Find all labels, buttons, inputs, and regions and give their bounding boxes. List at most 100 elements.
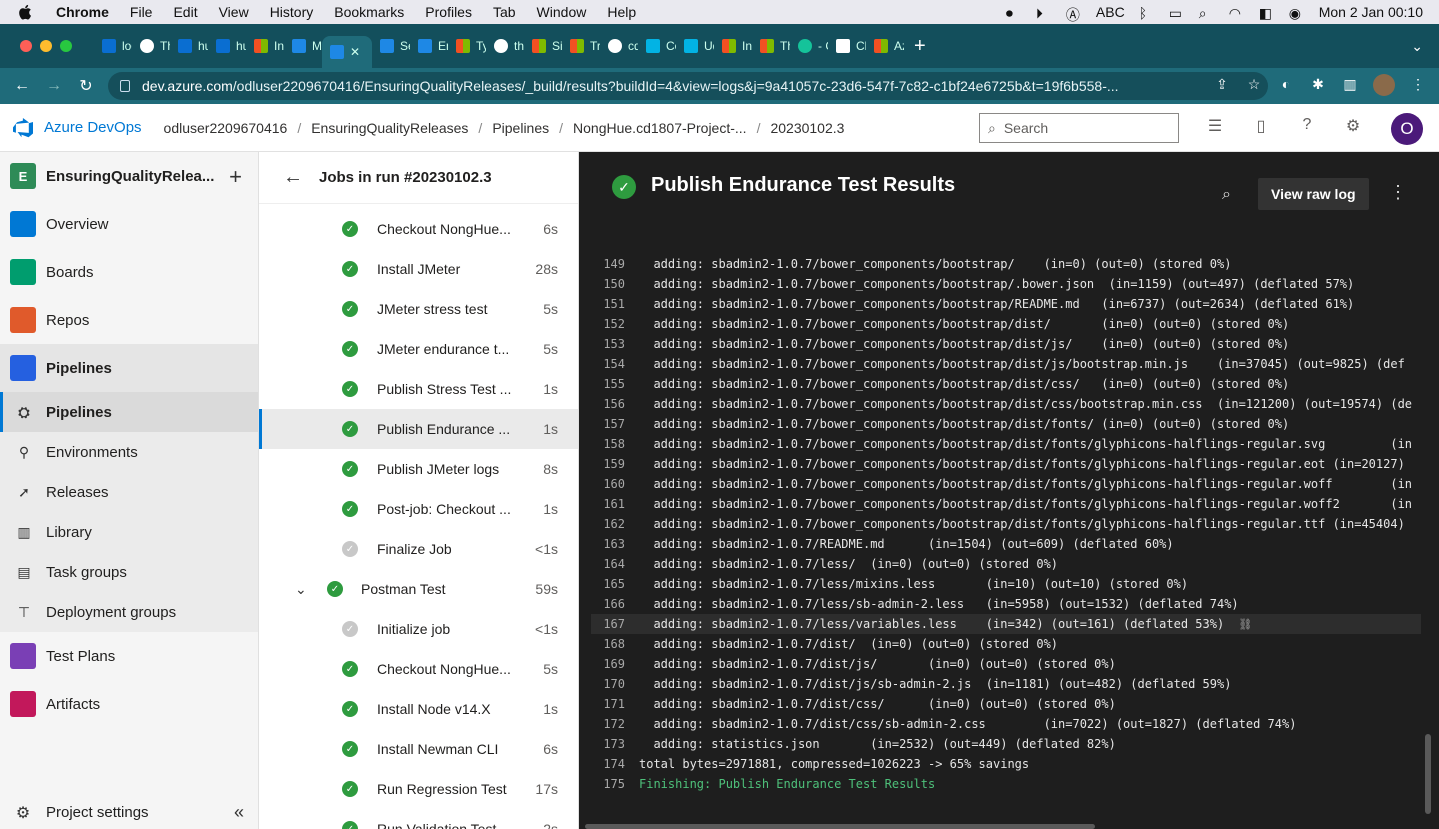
- log-line-number[interactable]: 170: [591, 677, 639, 691]
- bookmark-star-icon[interactable]: ☆: [1245, 76, 1263, 94]
- nav-item-artifacts[interactable]: Artifacts: [0, 680, 258, 728]
- job-step-row[interactable]: ✓ Publish JMeter logs 8s: [259, 449, 578, 489]
- browser-tab[interactable]: - G: [790, 30, 828, 62]
- menu-bookmarks[interactable]: Bookmarks: [334, 4, 404, 20]
- log-line-number[interactable]: 166: [591, 597, 639, 611]
- menu-window[interactable]: Window: [537, 4, 587, 20]
- nav-subitem-deployment-groups[interactable]: ⊤ Deployment groups: [0, 592, 258, 632]
- forward-arrow-icon[interactable]: →: [44, 76, 64, 96]
- address-bar[interactable]: dev.azure.com/odluser2209670416/Ensuring…: [108, 72, 1268, 100]
- log-line-number[interactable]: 162: [591, 517, 639, 531]
- nav-item-test-plans[interactable]: Test Plans: [0, 632, 258, 680]
- log-line-number[interactable]: 174: [591, 757, 639, 771]
- menu-edit[interactable]: Edit: [173, 4, 197, 20]
- search-input[interactable]: ⌕ Search: [979, 113, 1179, 143]
- siri-icon[interactable]: ◉: [1289, 5, 1305, 21]
- browser-tab[interactable]: cd1: [600, 30, 638, 62]
- menu-chrome[interactable]: Chrome: [56, 4, 109, 20]
- log-line-number[interactable]: 155: [591, 377, 639, 391]
- add-plus-icon[interactable]: +: [229, 164, 242, 190]
- browser-tab[interactable]: hue: [170, 30, 208, 62]
- job-step-row[interactable]: ✓ Install Newman CLI 6s: [259, 729, 578, 769]
- menu-profiles[interactable]: Profiles: [425, 4, 472, 20]
- view-raw-log-button[interactable]: View raw log: [1258, 178, 1369, 210]
- breadcrumb-pipeline[interactable]: NongHue.cd1807-Project-...: [573, 120, 747, 136]
- extension-icon[interactable]: ◐: [1277, 76, 1295, 94]
- play-icon[interactable]: ⏵: [1036, 5, 1052, 21]
- tab-search-chevron-icon[interactable]: ⌄: [1411, 38, 1423, 55]
- browser-tab[interactable]: Sig: [524, 30, 562, 62]
- nav-subitem-environments[interactable]: ⚲ Environments: [0, 432, 258, 472]
- breadcrumb-pipelines[interactable]: Pipelines: [492, 120, 549, 136]
- job-step-row[interactable]: ✓ Initialize job <1s: [259, 609, 578, 649]
- menu-history[interactable]: History: [270, 4, 314, 20]
- vertical-scrollbar[interactable]: [1425, 734, 1431, 814]
- apple-logo-icon[interactable]: [18, 4, 32, 20]
- browser-tab[interactable]: Cor: [638, 30, 676, 62]
- browser-tab[interactable]: Azu: [866, 30, 904, 62]
- nav-subitem-releases[interactable]: ➚ Releases: [0, 472, 258, 512]
- nav-subitem-library[interactable]: ▥ Library: [0, 512, 258, 552]
- menu-help[interactable]: Help: [607, 4, 636, 20]
- job-step-row[interactable]: ✓ Publish Stress Test ... 1s: [259, 369, 578, 409]
- minimize-window-button[interactable]: [40, 40, 52, 52]
- back-arrow-icon[interactable]: ←: [283, 166, 303, 189]
- collapse-nav-icon[interactable]: «: [234, 802, 244, 823]
- browser-tab[interactable]: Inst: [246, 30, 284, 62]
- breadcrumb-project[interactable]: EnsuringQualityReleases: [311, 120, 468, 136]
- project-settings-link[interactable]: ⚙ Project settings «: [0, 795, 258, 829]
- breadcrumb-organization[interactable]: odluser2209670416: [164, 120, 288, 136]
- job-step-row[interactable]: ✓ Run Validation Test 2s: [259, 809, 578, 829]
- job-step-row[interactable]: ✓ Install JMeter 28s: [259, 249, 578, 289]
- nav-subitem-pipelines[interactable]: ⛭ Pipelines: [0, 392, 258, 432]
- job-step-row[interactable]: ✓ JMeter endurance t... 5s: [259, 329, 578, 369]
- browser-tab[interactable]: Env: [410, 30, 448, 62]
- help-icon[interactable]: ?: [1297, 116, 1317, 136]
- wifi-icon[interactable]: ◠: [1229, 5, 1245, 21]
- browser-tab[interactable]: Tro: [562, 30, 600, 62]
- battery-icon[interactable]: ▭: [1169, 5, 1185, 21]
- side-panel-icon[interactable]: ▥: [1341, 76, 1359, 94]
- menu-file[interactable]: File: [130, 4, 153, 20]
- nav-item-repos[interactable]: Repos: [0, 296, 258, 344]
- job-group-row[interactable]: ⌄ ✓ Postman Test 59s: [259, 569, 578, 609]
- log-line-number[interactable]: 169: [591, 657, 639, 671]
- reload-icon[interactable]: ↻: [76, 76, 96, 96]
- job-step-row[interactable]: ✓ Checkout NongHue... 6s: [259, 209, 578, 249]
- browser-tab[interactable]: hue: [208, 30, 246, 62]
- azure-devops-logo-icon[interactable]: [12, 117, 34, 138]
- more-vertical-icon[interactable]: ⋮: [1409, 76, 1427, 94]
- back-arrow-icon[interactable]: ←: [12, 76, 32, 96]
- copy-link-icon[interactable]: ⛓: [1238, 618, 1252, 631]
- log-line-number[interactable]: 164: [591, 557, 639, 571]
- log-line-number[interactable]: 159: [591, 457, 639, 471]
- job-step-row[interactable]: ✓ JMeter stress test 5s: [259, 289, 578, 329]
- puzzle-extensions-icon[interactable]: ✱: [1309, 76, 1327, 94]
- spotlight-search-icon[interactable]: ⌕: [1199, 5, 1215, 21]
- close-window-button[interactable]: [20, 40, 32, 52]
- user-avatar[interactable]: O: [1391, 113, 1423, 145]
- menubar-clock[interactable]: Mon 2 Jan 00:10: [1319, 4, 1423, 20]
- search-icon[interactable]: ⌕: [1222, 186, 1240, 204]
- share-icon[interactable]: ⇪: [1213, 76, 1231, 94]
- menu-view[interactable]: View: [219, 4, 249, 20]
- browser-tab[interactable]: Inst: [714, 30, 752, 62]
- nav-item-overview[interactable]: Overview: [0, 200, 258, 248]
- log-line-number[interactable]: 152: [591, 317, 639, 331]
- task-list-icon[interactable]: ☰: [1205, 116, 1225, 136]
- nav-item-boards[interactable]: Boards: [0, 248, 258, 296]
- log-line-number[interactable]: 157: [591, 417, 639, 431]
- job-step-row[interactable]: ✓ Checkout NongHue... 5s: [259, 649, 578, 689]
- profile-avatar[interactable]: [1373, 74, 1395, 96]
- browser-tab[interactable]: Ud: [676, 30, 714, 62]
- more-vertical-icon[interactable]: ⋮: [1389, 182, 1407, 203]
- browser-tab[interactable]: The: [132, 30, 170, 62]
- job-step-row[interactable]: ✓ Finalize Job <1s: [259, 529, 578, 569]
- nav-item-pipelines[interactable]: Pipelines: [0, 344, 258, 392]
- input-source-label[interactable]: ABC: [1096, 4, 1125, 20]
- browser-tab[interactable]: My: [284, 30, 322, 62]
- record-icon[interactable]: ⏺: [1006, 5, 1022, 21]
- user-settings-icon[interactable]: ⚙: [1343, 116, 1363, 136]
- job-step-row[interactable]: ✓ Install Node v14.X 1s: [259, 689, 578, 729]
- browser-tab[interactable]: log: [94, 30, 132, 62]
